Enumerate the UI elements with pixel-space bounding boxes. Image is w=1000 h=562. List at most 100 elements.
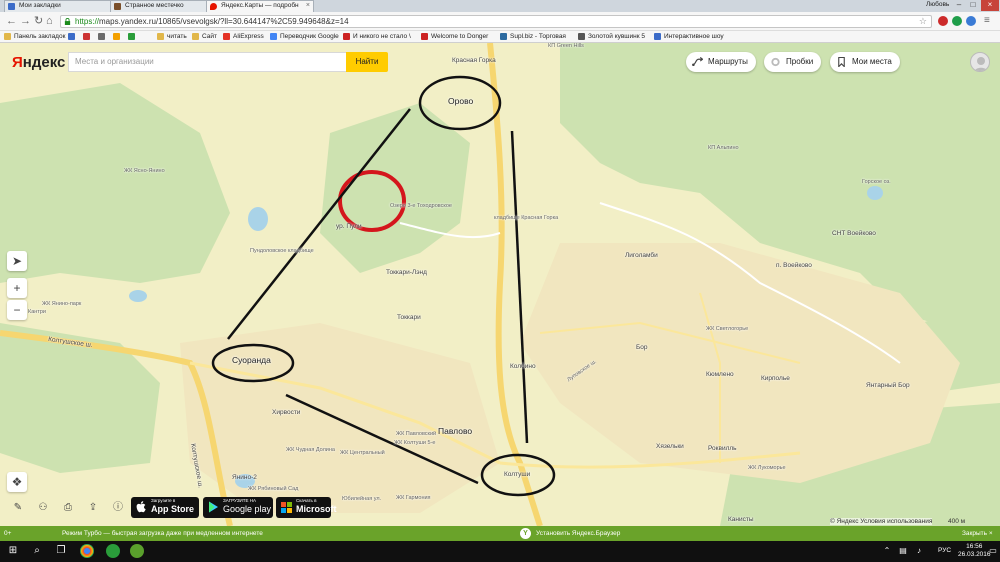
lock-icon: [64, 18, 71, 25]
bookmark-label: Переводчик Google: [280, 33, 339, 40]
map-label: Красная Горка: [452, 57, 496, 64]
logo-letter: Я: [12, 54, 23, 71]
install-browser-link[interactable]: Установить Яндекс.Браузер: [536, 526, 620, 541]
google-play-badge[interactable]: ЗАГРУЗИТЕ НА Google play: [203, 497, 273, 518]
bookmark-aliexpress[interactable]: AliExpress: [223, 32, 264, 41]
bookmark-folder-read[interactable]: читать: [157, 32, 187, 41]
chrome-icon[interactable]: [80, 544, 94, 558]
site-icon: [68, 33, 75, 40]
bookmark-supl[interactable]: Supl.biz - Торговая: [500, 32, 566, 41]
site-icon: [128, 33, 135, 40]
panorama-icon[interactable]: ⚇: [35, 500, 51, 516]
windows-taskbar: ⊞ ⌕ ❐ ⌃ ▤ ♪ РУС 16:56 26.03.2016 ▭: [0, 541, 1000, 562]
extension-icon[interactable]: [938, 16, 948, 26]
notifications-icon[interactable]: ▭: [986, 544, 1000, 558]
search-input[interactable]: Места и организации: [68, 52, 346, 72]
map-label: ЖК Гармония: [396, 495, 431, 501]
drawn-line: [510, 130, 529, 444]
maximize-icon[interactable]: □: [966, 0, 980, 11]
close-tab-icon[interactable]: ×: [306, 2, 310, 9]
bookmark-folder-site[interactable]: Сайт: [192, 32, 217, 41]
bookmark-golden-jug[interactable]: Золотой кувшинк 5: [578, 32, 645, 41]
map-label: кладбище Красная Горка: [494, 215, 559, 221]
volume-icon[interactable]: ♪: [912, 544, 926, 558]
print-icon[interactable]: ⎙: [60, 500, 76, 516]
language-indicator[interactable]: РУС: [938, 547, 951, 554]
network-icon[interactable]: ▤: [896, 544, 910, 558]
my-places-button[interactable]: Мои места: [830, 52, 900, 72]
bookmark-label: Welcome to Donger: [431, 33, 489, 40]
layers-button[interactable]: ❖: [7, 472, 27, 492]
tray-arrow-icon[interactable]: ⌃: [880, 544, 894, 558]
tab-strip: Мои закладки × Странное местечко × Яндек…: [0, 0, 1000, 12]
bookmark-interactive-show[interactable]: Интерактивное шоу: [654, 32, 724, 41]
back-icon[interactable]: ←: [6, 15, 17, 27]
extension-icon[interactable]: [966, 16, 976, 26]
location-arrow-icon: ➤: [11, 254, 23, 268]
map-label: ЖК Чудная Долина: [286, 447, 335, 453]
tab-yandex-maps[interactable]: Яндекс.Карты — подробн ×: [206, 0, 314, 12]
browser-toolbar: ← → ↻ ⌂ https://maps.yandex.ru/10865/vse…: [0, 12, 1000, 31]
zoom-in-button[interactable]: +: [7, 278, 27, 298]
aliexpress-icon: [223, 33, 230, 40]
home-icon[interactable]: ⌂: [46, 15, 53, 27]
avatar[interactable]: [970, 52, 990, 72]
map-base-layer: [0, 43, 1000, 526]
map-label: Колбино: [510, 363, 536, 370]
reload-icon[interactable]: ↻: [34, 15, 43, 27]
extension-icon[interactable]: [952, 16, 962, 26]
map-label: ЖК Янино-парк: [42, 301, 82, 307]
bookmark-star-icon[interactable]: ☆: [919, 16, 927, 27]
apple-icon: [136, 501, 146, 513]
menu-icon[interactable]: ≡: [984, 15, 990, 27]
bookmark-label: читать: [167, 33, 187, 40]
bookmark-google-translate[interactable]: Переводчик Google: [270, 32, 339, 41]
address-bar[interactable]: https://maps.yandex.ru/10865/vsevolgsk/?…: [60, 15, 932, 28]
routes-button[interactable]: Маршруты: [686, 52, 756, 72]
map-label: Токкари: [397, 314, 421, 321]
google-play-icon: [209, 501, 218, 513]
map-label: ЖК Колтуши 5-е: [394, 440, 436, 446]
store-name: Microsoft: [296, 504, 337, 514]
map-canvas[interactable]: Красная Горка КП Green Hills Орово КП Ал…: [0, 43, 1000, 526]
copyright-link[interactable]: © Яндекс Условия использования: [830, 518, 933, 525]
map-label: Пундоловское кладбище: [250, 248, 314, 254]
window-close-icon[interactable]: ×: [981, 0, 999, 11]
ruler-icon[interactable]: ✎: [10, 500, 26, 516]
forest-area: [0, 83, 230, 283]
map-label: ЖК Ясно-Янино: [124, 168, 165, 174]
forward-icon[interactable]: →: [20, 15, 31, 27]
map-label: Хязельки: [656, 443, 684, 450]
map-label: КП Green Hills: [548, 43, 584, 49]
microsoft-store-badge[interactable]: Скачать в Microsoft: [276, 497, 337, 518]
yandex-browser-icon: Y: [520, 528, 531, 539]
yandex-logo[interactable]: Яндекс: [12, 54, 65, 71]
zoom-out-button[interactable]: −: [7, 300, 27, 320]
bookmark-panel[interactable]: Панель закладок: [4, 32, 65, 41]
close-notification-button[interactable]: Закрыть ×: [962, 526, 993, 541]
minus-icon: −: [13, 303, 21, 317]
minimize-icon[interactable]: –: [952, 0, 966, 11]
bookmark-label: Supl.biz - Торговая: [510, 33, 566, 40]
find-button[interactable]: Найти: [346, 52, 388, 72]
info-icon[interactable]: ⓘ: [110, 500, 126, 516]
task-view-icon[interactable]: ❐: [54, 544, 68, 558]
bookmark-icon: [838, 57, 845, 67]
bookmark-item[interactable]: И никого не стало \: [343, 32, 411, 41]
map-label: Кирполье: [761, 375, 790, 382]
app-store-badge[interactable]: Загрузите в App Store: [131, 497, 199, 518]
search-icon[interactable]: ⌕: [30, 544, 44, 558]
map-label: ЖК Лукоморье: [748, 465, 786, 471]
geolocation-button[interactable]: ➤: [7, 251, 27, 271]
traffic-button[interactable]: Пробки: [764, 52, 822, 72]
tab-strange-place[interactable]: Странное местечко ×: [110, 0, 214, 12]
tab-bookmarks[interactable]: Мои закладки ×: [4, 0, 118, 12]
app-icon[interactable]: [106, 544, 120, 558]
bookmark-donger[interactable]: Welcome to Donger: [421, 32, 488, 41]
window-user-label[interactable]: Любовь: [926, 1, 949, 8]
map-label: Павлово: [438, 426, 473, 436]
share-icon[interactable]: ⇪: [85, 500, 101, 516]
app-icon[interactable]: [130, 544, 144, 558]
start-icon[interactable]: ⊞: [6, 544, 20, 558]
layers-icon: ❖: [11, 475, 23, 489]
